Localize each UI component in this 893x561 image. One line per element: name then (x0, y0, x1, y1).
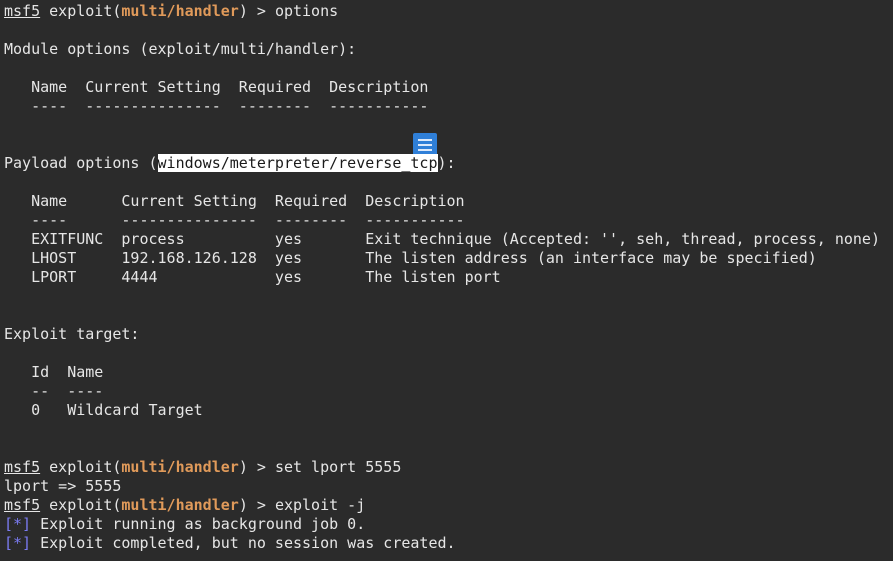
status-line: [*] Exploit completed, but no session wa… (4, 534, 456, 553)
prompt-msf: msf5 (4, 458, 41, 476)
status-text: Exploit running as background job 0. (31, 515, 366, 533)
payload-options-suffix: ): (437, 154, 456, 172)
target-table-header: Id Name (4, 363, 104, 381)
prompt-exploit: exploit( (40, 496, 122, 514)
payload-table-separator: ---- --------------- -------- ----------… (4, 211, 465, 229)
payload-options-header: Payload options (windows/meterpreter/rev… (4, 154, 456, 173)
table-row: LHOST 192.168.126.128 yes The listen add… (4, 249, 817, 267)
status-marker: [*] (4, 534, 32, 552)
prompt-module: multi/handler (121, 496, 239, 514)
table-row: 0 Wildcard Target (4, 401, 203, 419)
prompt-msf: msf5 (4, 2, 41, 20)
prompt-line: msf5 exploit(multi/handler) > options (4, 2, 338, 21)
command-text: set lport 5555 (274, 458, 402, 476)
prompt-line: msf5 exploit(multi/handler) > exploit -j (4, 496, 365, 515)
table-row: LPORT 4444 yes The listen port (4, 268, 501, 286)
module-table-header: Name Current Setting Required Descriptio… (4, 78, 429, 96)
status-marker: [*] (4, 515, 32, 533)
prompt-suffix: ) > (238, 2, 275, 20)
status-text: Exploit completed, but no session was cr… (31, 534, 456, 552)
command-output: lport => 5555 (4, 477, 122, 495)
prompt-suffix: ) > (238, 496, 275, 514)
terminal-window[interactable]: msf5 exploit(multi/handler) > options Mo… (0, 0, 893, 561)
status-line: [*] Exploit running as background job 0. (4, 515, 365, 534)
payload-name-selected[interactable]: windows/meterpreter/reverse_tcp (157, 154, 438, 172)
exploit-target-header: Exploit target: (4, 325, 140, 343)
table-row: EXITFUNC process yes Exit technique (Acc… (4, 230, 880, 248)
prompt-suffix: ) > (238, 458, 275, 476)
target-table-separator: -- ---- (4, 382, 104, 400)
payload-table-header: Name Current Setting Required Descriptio… (4, 192, 465, 210)
prompt-module: multi/handler (121, 2, 239, 20)
module-table-separator: ---- --------------- -------- ----------… (4, 97, 429, 115)
module-options-header: Module options (exploit/multi/handler): (4, 40, 357, 58)
payload-options-prefix: Payload options ( (4, 154, 158, 172)
prompt-exploit: exploit( (40, 2, 122, 20)
command-text: exploit -j (274, 496, 366, 514)
prompt-module: multi/handler (121, 458, 239, 476)
command-text: options (274, 2, 339, 20)
prompt-exploit: exploit( (40, 458, 122, 476)
prompt-msf: msf5 (4, 496, 41, 514)
prompt-line: msf5 exploit(multi/handler) > set lport … (4, 458, 401, 477)
